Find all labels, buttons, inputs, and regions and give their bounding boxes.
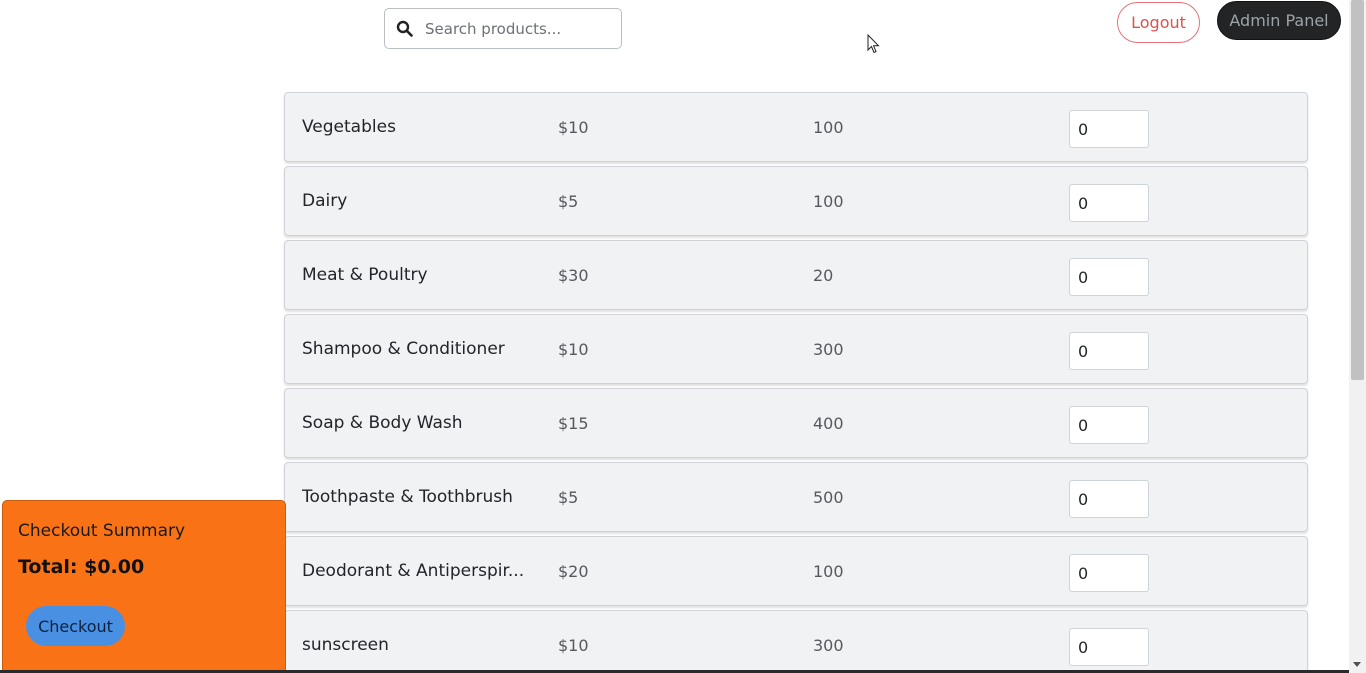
checkout-title: Checkout Summary — [18, 521, 186, 541]
product-price: $5 — [558, 191, 579, 211]
product-price: $10 — [558, 339, 589, 359]
product-name: Vegetables — [302, 117, 396, 137]
quantity-input[interactable] — [1069, 554, 1149, 592]
product-stock: 100 — [813, 191, 844, 211]
product-row: Vegetables $10 100 — [284, 92, 1308, 162]
scrollbar-thumb[interactable] — [1351, 0, 1364, 380]
product-stock: 300 — [813, 339, 844, 359]
product-row: Dairy $5 100 — [284, 166, 1308, 236]
product-stock: 20 — [813, 265, 834, 285]
checkout-button[interactable]: Checkout — [26, 606, 125, 646]
product-row: Meat & Poultry $30 20 — [284, 240, 1308, 310]
product-name: Toothpaste & Toothbrush — [302, 487, 513, 507]
product-name: Shampoo & Conditioner — [302, 339, 505, 359]
search-icon — [396, 20, 413, 37]
quantity-input[interactable] — [1069, 110, 1149, 148]
quantity-input[interactable] — [1069, 628, 1149, 666]
product-stock: 500 — [813, 487, 844, 507]
quantity-input[interactable] — [1069, 258, 1149, 296]
product-row: Toothpaste & Toothbrush $5 500 — [284, 462, 1308, 532]
product-name: Dairy — [302, 191, 348, 211]
product-price: $15 — [558, 413, 589, 433]
mouse-pointer-icon — [867, 34, 880, 54]
product-stock: 100 — [813, 117, 844, 137]
search-input[interactable] — [425, 19, 605, 38]
product-stock: 300 — [813, 635, 844, 655]
product-price: $10 — [558, 635, 589, 655]
search-box[interactable] — [384, 8, 622, 49]
product-row: Deodorant & Antiperspir... $20 100 — [284, 536, 1308, 606]
product-price: $20 — [558, 561, 589, 581]
product-stock: 100 — [813, 561, 844, 581]
product-name: sunscreen — [302, 635, 389, 655]
product-price: $5 — [558, 487, 579, 507]
product-name: Deodorant & Antiperspir... — [302, 561, 525, 581]
product-price: $10 — [558, 117, 589, 137]
scroll-down-arrow-icon[interactable] — [1353, 662, 1361, 667]
quantity-input[interactable] — [1069, 332, 1149, 370]
product-price: $30 — [558, 265, 589, 285]
product-row: sunscreen $10 300 — [284, 610, 1308, 673]
quantity-input[interactable] — [1069, 406, 1149, 444]
quantity-input[interactable] — [1069, 480, 1149, 518]
checkout-total: Total: $0.00 — [18, 556, 145, 578]
page-scrollbar[interactable] — [1349, 0, 1366, 673]
checkout-summary-panel: Checkout Summary Total: $0.00 Checkout — [2, 500, 286, 673]
product-stock: 400 — [813, 413, 844, 433]
admin-panel-button[interactable]: Admin Panel — [1217, 1, 1341, 40]
product-row: Shampoo & Conditioner $10 300 — [284, 314, 1308, 384]
quantity-input[interactable] — [1069, 184, 1149, 222]
product-name: Meat & Poultry — [302, 265, 428, 285]
logout-button[interactable]: Logout — [1117, 2, 1200, 43]
product-name: Soap & Body Wash — [302, 413, 463, 433]
product-list: Vegetables $10 100 Dairy $5 100 Meat & P… — [284, 92, 1308, 673]
product-row: Soap & Body Wash $15 400 — [284, 388, 1308, 458]
